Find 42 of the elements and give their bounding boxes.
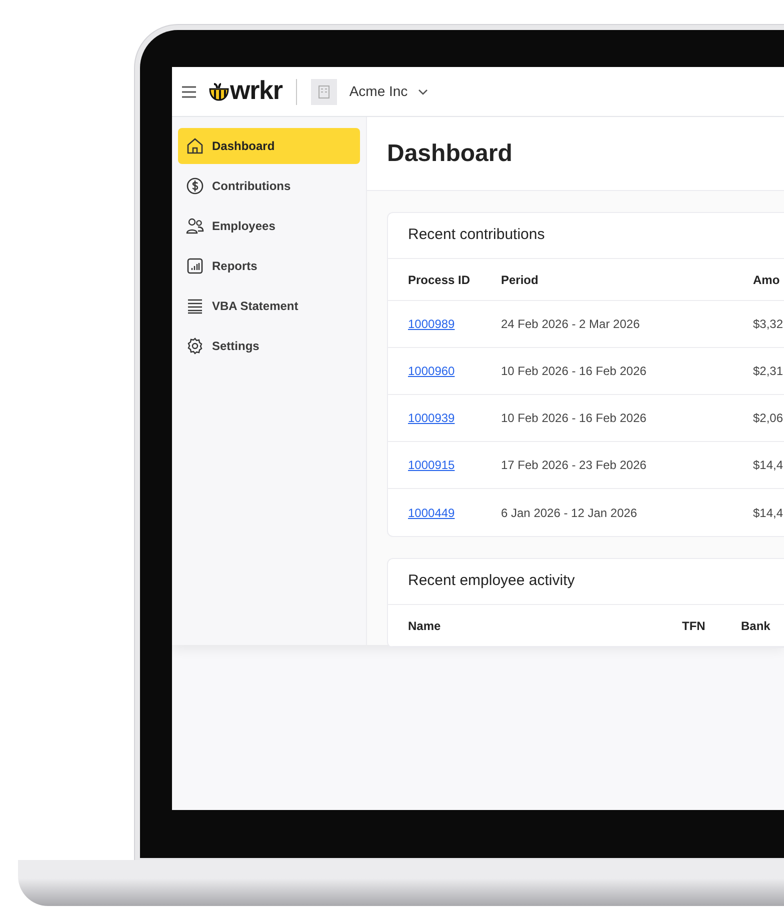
column-header: Process ID [408, 272, 472, 288]
chevron-down-icon [418, 88, 428, 94]
period-cell-text: 10 Feb 2026 - 16 Feb 2026 [501, 363, 648, 380]
period-cell-text: 17 Feb 2026 - 23 Feb 2026 [501, 457, 648, 474]
logo-text: wrkr [230, 77, 282, 103]
process-id-link[interactable]: 1000989 [408, 315, 501, 333]
sidebar-item[interactable]: Reports [178, 248, 360, 284]
page-title: Dashboard [387, 138, 512, 168]
period-cell-text: 10 Feb 2026 - 16 Feb 2026 [501, 410, 648, 427]
column-header: Period [501, 272, 540, 288]
gear-icon [186, 337, 204, 355]
amount-cell-text: $2,31 [753, 363, 784, 380]
card-title: Recent contributions [408, 225, 545, 246]
sidebar-item[interactable]: VBA Statement [178, 288, 360, 324]
column-header: Name [408, 618, 442, 634]
process-id-link[interactable]: 1000960 [408, 362, 501, 380]
amount-cell-text: $2,06 [753, 410, 784, 427]
building-icon [311, 78, 338, 104]
period-cell-text: 6 Jan 2026 - 12 Jan 2026 [501, 504, 638, 522]
process-id-link[interactable]: 1000449 [408, 504, 501, 522]
amount-cell-text: $3,32 [753, 316, 784, 333]
column-header: Bank [741, 618, 770, 634]
process-id-link[interactable]: 1000939 [408, 409, 501, 427]
process-id-link[interactable]: 1000915 [408, 456, 501, 474]
home-icon [186, 137, 204, 155]
sidebar-item[interactable]: Settings [178, 328, 360, 364]
period-cell-text: 24 Feb 2026 - 2 Mar 2026 [501, 316, 641, 333]
sidebar-item[interactable]: Dashboard [178, 128, 360, 164]
list-icon [186, 297, 204, 315]
amount-cell-text: $14,4 [753, 457, 784, 474]
organization-dropdown[interactable]: Acme Inc [349, 81, 428, 102]
bee-logo-icon [208, 82, 230, 102]
menu-icon[interactable] [181, 86, 197, 98]
sidebar-item[interactable]: Contributions [178, 168, 360, 204]
dollar-icon [186, 177, 204, 195]
column-header: TFN [682, 618, 706, 634]
sidebar-item[interactable]: Employees [178, 208, 360, 244]
people-icon [186, 217, 204, 235]
column-header: Amo [753, 272, 780, 288]
chart-icon [186, 257, 204, 275]
amount-cell-text: $14,4 [753, 504, 784, 522]
card-title: Recent employee activity [408, 571, 575, 592]
